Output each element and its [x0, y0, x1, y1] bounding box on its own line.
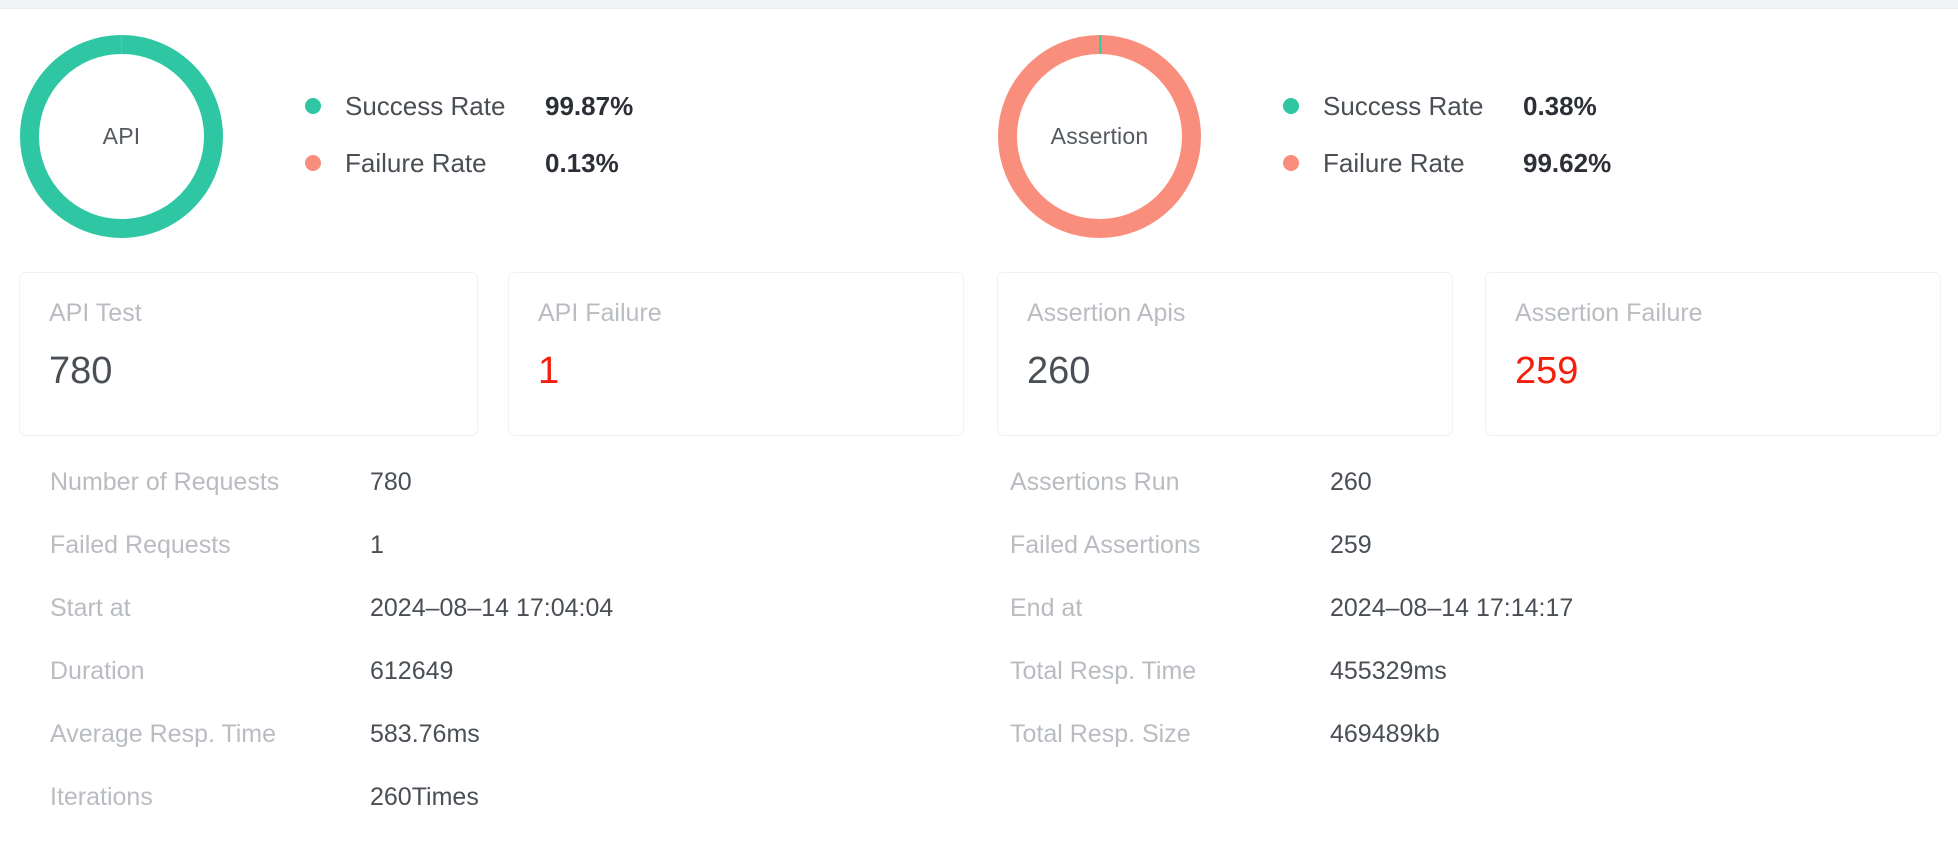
stat-card-value: 259: [1515, 350, 1579, 392]
legend-row-failure: Failure Rate 0.13%: [305, 148, 633, 178]
detail-label: Start at: [50, 594, 131, 622]
detail-value: 260Times: [370, 783, 479, 811]
detail-row: End at 2024–08–14 17:14:17: [1010, 594, 1910, 657]
detail-label: Total Resp. Time: [1010, 657, 1197, 685]
stat-card-api-failure[interactable]: API Failure 1: [508, 272, 964, 436]
donut-assertion-failure-segment: [998, 35, 1201, 238]
legend-failure-value: 99.62%: [1523, 147, 1612, 178]
stat-card-api-test[interactable]: API Test 780: [19, 272, 478, 436]
stat-card-title: API Failure: [538, 299, 662, 327]
detail-label: End at: [1010, 594, 1083, 622]
stat-cards-row: API Test 780 API Failure 1 Assertion Api…: [0, 272, 1958, 444]
detail-row: Iterations 260Times: [50, 783, 950, 846]
detail-label: Average Resp. Time: [50, 720, 277, 748]
detail-value: 2024–08–14 17:14:17: [1330, 594, 1574, 622]
legend-failure-label: Failure Rate: [345, 147, 487, 178]
legend-failure-dot-icon: [305, 155, 321, 171]
stat-card-value: 780: [49, 350, 113, 392]
stat-card-title: Assertion Failure: [1515, 299, 1703, 327]
detail-label: Iterations: [50, 783, 153, 811]
detail-label: Failed Requests: [50, 531, 231, 559]
detail-value: 1: [370, 531, 384, 559]
donut-chart-api-svg: [20, 35, 223, 238]
stat-card-assertion-apis[interactable]: Assertion Apis 260: [997, 272, 1453, 436]
detail-value: 259: [1330, 531, 1372, 559]
legend-failure-label: Failure Rate: [1323, 147, 1465, 178]
donut-group-assertion: Assertion Success Rate 0.38% Failure Rat…: [992, 9, 1611, 264]
stat-card-value: 1: [538, 350, 560, 392]
detail-row: Failed Assertions 259: [1010, 531, 1910, 594]
detail-row: Assertions Run 260: [1010, 468, 1910, 531]
legend-success-dot-icon: [1283, 98, 1299, 114]
donut-api-legend: Success Rate 99.87% Failure Rate 0.13%: [305, 91, 633, 178]
legend-success-value: 0.38%: [1523, 90, 1597, 121]
detail-value: 260: [1330, 468, 1372, 496]
legend-success-value: 99.87%: [545, 90, 634, 121]
legend-success-label: Success Rate: [1323, 90, 1484, 121]
report-summary-page: API Success Rate 99.87% Failure Rate 0.1…: [0, 0, 1958, 864]
detail-label: Total Resp. Size: [1010, 720, 1191, 748]
detail-row: Failed Requests 1: [50, 531, 950, 594]
detail-value: 455329ms: [1330, 657, 1447, 685]
detail-value: 780: [370, 468, 412, 496]
stat-card-assertion-failure[interactable]: Assertion Failure 259: [1485, 272, 1941, 436]
donut-api-success-segment: [20, 35, 223, 238]
stat-card-title: API Test: [49, 299, 142, 327]
stat-card-value: 260: [1027, 350, 1091, 392]
detail-lists: Number of Requests 780 Failed Requests 1…: [0, 468, 1958, 864]
detail-label: Duration: [50, 657, 145, 685]
detail-label: Number of Requests: [50, 468, 280, 496]
detail-label: Assertions Run: [1010, 468, 1180, 496]
donut-chart-assertion[interactable]: Assertion: [992, 29, 1207, 244]
detail-value: 612649: [370, 657, 454, 685]
legend-failure-value: 0.13%: [545, 147, 619, 178]
donut-chart-assertion-svg: [998, 35, 1201, 238]
detail-row: Number of Requests 780: [50, 468, 950, 531]
legend-row-success: Success Rate 99.87%: [305, 91, 633, 121]
detail-row: Total Resp. Size 469489kb: [1010, 720, 1910, 783]
legend-row-success: Success Rate 0.38%: [1283, 91, 1611, 121]
top-divider-band: [0, 0, 1958, 9]
detail-row: Average Resp. Time 583.76ms: [50, 720, 950, 783]
detail-value: 469489kb: [1330, 720, 1440, 748]
donut-assertion-legend: Success Rate 0.38% Failure Rate 99.62%: [1283, 91, 1611, 178]
detail-label: Failed Assertions: [1010, 531, 1201, 559]
legend-failure-dot-icon: [1283, 155, 1299, 171]
detail-row: Start at 2024–08–14 17:04:04: [50, 594, 950, 657]
legend-success-dot-icon: [305, 98, 321, 114]
donut-group-api: API Success Rate 99.87% Failure Rate 0.1…: [14, 9, 633, 264]
legend-row-failure: Failure Rate 99.62%: [1283, 148, 1611, 178]
detail-row: Duration 612649: [50, 657, 950, 720]
detail-value: 2024–08–14 17:04:04: [370, 594, 614, 622]
donut-chart-api[interactable]: API: [14, 29, 229, 244]
detail-list-requests: Number of Requests 780 Failed Requests 1…: [50, 468, 950, 846]
legend-success-label: Success Rate: [345, 90, 506, 121]
stat-card-title: Assertion Apis: [1027, 299, 1186, 327]
detail-value: 583.76ms: [370, 720, 480, 748]
donut-summary-row: API Success Rate 99.87% Failure Rate 0.1…: [0, 9, 1958, 264]
detail-row: Total Resp. Time 455329ms: [1010, 657, 1910, 720]
detail-list-assertions: Assertions Run 260 Failed Assertions 259…: [1010, 468, 1910, 783]
